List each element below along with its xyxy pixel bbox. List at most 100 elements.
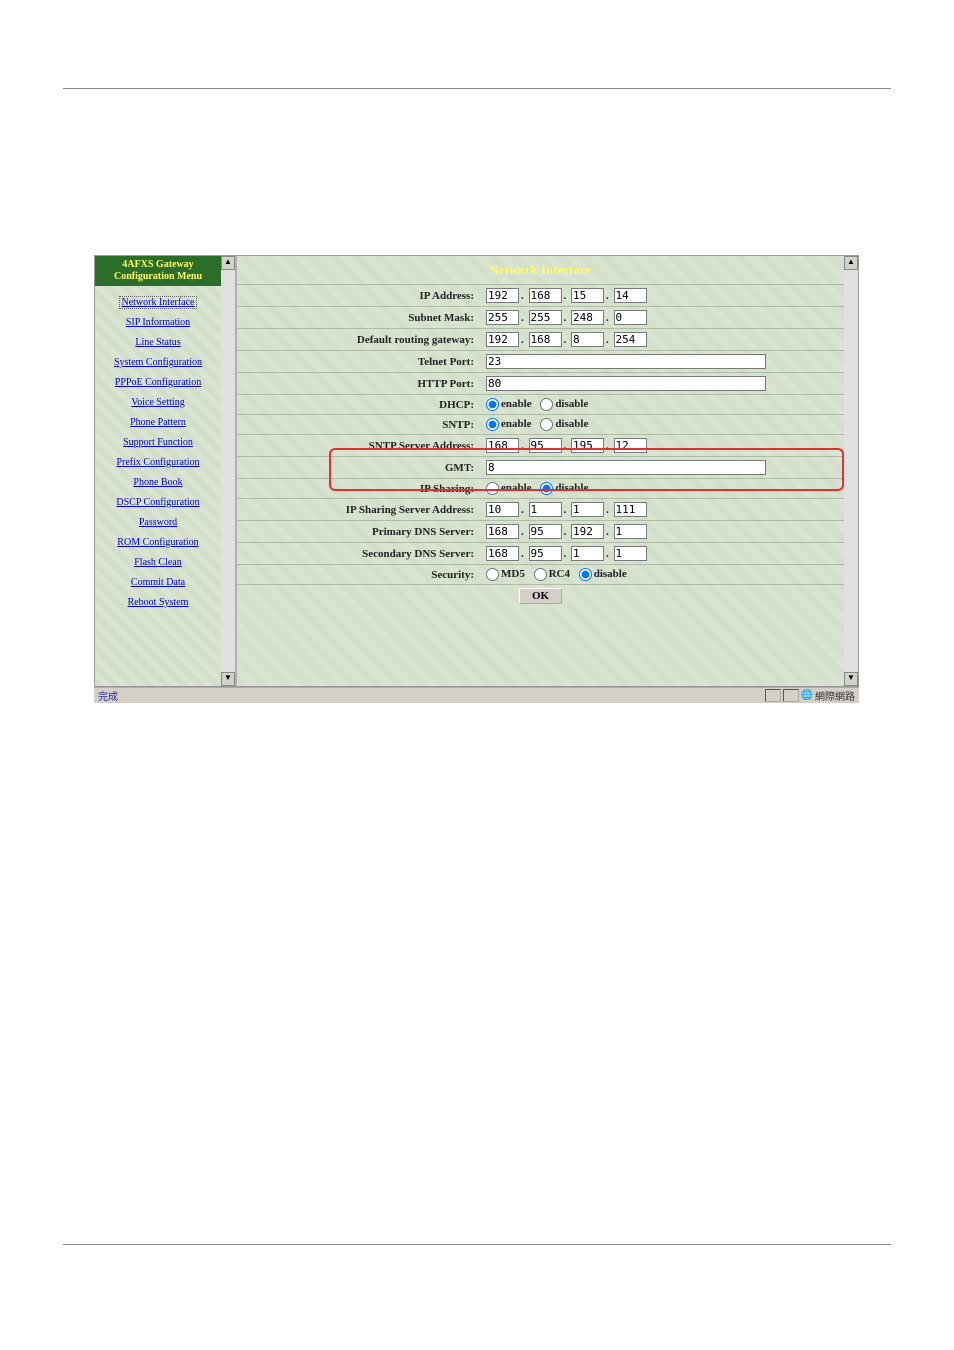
ip-sharing-enable-radio[interactable] [486,482,499,495]
sidebar-link[interactable]: Support Function [123,437,193,448]
status-cell [783,689,799,702]
sidebar-item-password[interactable]: Password [95,517,221,528]
gateway-octet-2[interactable] [529,332,562,347]
sidebar-link[interactable]: Commit Data [131,577,185,588]
ip-sharing-enable-text: enable [501,482,532,494]
status-bar: 完成 🌐 網際網路 [94,687,859,703]
dhcp-disable-text: disable [555,398,588,410]
ip-sharing-server-label: IP Sharing Server Address: [237,499,482,521]
sidebar-item-sip-information[interactable]: SIP Information [95,317,221,328]
ok-button[interactable]: OK [519,588,562,604]
status-left: 完成 [98,688,118,703]
dhcp-enable-radio[interactable] [486,398,499,411]
ipshare-octet-1[interactable] [486,502,519,517]
ip-address-octet-3[interactable] [571,288,604,303]
sntp-disable-radio[interactable] [540,418,553,431]
gmt-input[interactable] [486,460,766,475]
sntp-octet-3[interactable] [571,438,604,453]
app-window: ▲ ▼ 4AFXS Gateway Configuration Menu Net… [94,255,859,687]
sidebar-link[interactable]: Phone Book [133,477,182,488]
sntp-octet-4[interactable] [614,438,647,453]
status-cell [765,689,781,702]
subnet-octet-1[interactable] [486,310,519,325]
sidebar-item-system-configuration[interactable]: System Configuration [95,357,221,368]
sidebar-link[interactable]: Voice Setting [131,397,184,408]
gateway-octet-4[interactable] [614,332,647,347]
sidebar-item-voice-setting[interactable]: Voice Setting [95,397,221,408]
security-rc4-radio[interactable] [534,568,547,581]
sidebar-item-commit-data[interactable]: Commit Data [95,577,221,588]
sidebar-item-rom-configuration[interactable]: ROM Configuration [95,537,221,548]
ipshare-octet-2[interactable] [529,502,562,517]
pdns-octet-4[interactable] [614,524,647,539]
sntp-enable-radio[interactable] [486,418,499,431]
pdns-octet-1[interactable] [486,524,519,539]
ip-address-octet-4[interactable] [614,288,647,303]
sntp-octet-1[interactable] [486,438,519,453]
ipshare-octet-4[interactable] [614,502,647,517]
security-md5-text: MD5 [501,568,525,580]
sidebar-link[interactable]: Network Interface [120,297,195,308]
gateway-octet-3[interactable] [571,332,604,347]
sidebar-item-phone-book[interactable]: Phone Book [95,477,221,488]
sdns-octet-2[interactable] [529,546,562,561]
primary-dns-label: Primary DNS Server: [237,521,482,543]
subnet-octet-4[interactable] [614,310,647,325]
sidebar-link[interactable]: Reboot System [128,597,189,608]
ip-address-octet-1[interactable] [486,288,519,303]
sidebar: ▲ ▼ 4AFXS Gateway Configuration Menu Net… [95,256,237,686]
sntp-disable-text: disable [555,418,588,430]
scroll-up-icon[interactable]: ▲ [844,256,858,270]
sdns-octet-3[interactable] [571,546,604,561]
dhcp-disable-radio[interactable] [540,398,553,411]
subnet-octet-2[interactable] [529,310,562,325]
sidebar-link[interactable]: DSCP Configuration [116,497,199,508]
pdns-octet-3[interactable] [571,524,604,539]
scroll-down-icon[interactable]: ▼ [221,672,235,686]
dhcp-enable-text: enable [501,398,532,410]
security-md5-radio[interactable] [486,568,499,581]
sidebar-item-pppoe-configuration[interactable]: PPPoE Configuration [95,377,221,388]
sidebar-item-reboot-system[interactable]: Reboot System [95,597,221,608]
ip-sharing-label: IP Sharing: [237,479,482,499]
ip-address-octet-2[interactable] [529,288,562,303]
security-disable-text: disable [594,568,627,580]
scroll-up-icon[interactable]: ▲ [221,256,235,270]
main-panel: ▲ ▼ Network Interface IP Address: . . . … [237,256,858,686]
ipshare-octet-3[interactable] [571,502,604,517]
sidebar-item-flash-clean[interactable]: Flash Clean [95,557,221,568]
http-port-input[interactable] [486,376,766,391]
sidebar-link[interactable]: Flash Clean [134,557,182,568]
sidebar-item-prefix-configuration[interactable]: Prefix Configuration [95,457,221,468]
subnet-octet-3[interactable] [571,310,604,325]
sidebar-scrollbar[interactable]: ▲ ▼ [221,256,235,686]
sdns-octet-1[interactable] [486,546,519,561]
sidebar-link[interactable]: Password [139,517,177,528]
http-port-label: HTTP Port: [237,373,482,395]
sidebar-link[interactable]: SIP Information [126,317,190,328]
main-scrollbar[interactable]: ▲ ▼ [844,256,858,686]
sidebar-item-line-status[interactable]: Line Status [95,337,221,348]
sidebar-header: 4AFXS Gateway Configuration Menu [95,256,221,286]
sntp-octet-2[interactable] [529,438,562,453]
sidebar-link[interactable]: Phone Pattern [130,417,186,428]
ip-sharing-disable-radio[interactable] [540,482,553,495]
sidebar-item-support-function[interactable]: Support Function [95,437,221,448]
telnet-port-input[interactable] [486,354,766,369]
sidebar-nav: Network Interface SIP Information Line Sta… [95,286,221,608]
sidebar-link[interactable]: ROM Configuration [117,537,198,548]
sidebar-link[interactable]: System Configuration [114,357,202,368]
sidebar-item-network-interface[interactable]: Network Interface [95,297,221,308]
sidebar-link[interactable]: PPPoE Configuration [115,377,201,388]
sidebar-item-dscp-configuration[interactable]: DSCP Configuration [95,497,221,508]
sdns-octet-4[interactable] [614,546,647,561]
scroll-down-icon[interactable]: ▼ [844,672,858,686]
security-disable-radio[interactable] [579,568,592,581]
pdns-octet-2[interactable] [529,524,562,539]
gateway-octet-1[interactable] [486,332,519,347]
sidebar-link[interactable]: Prefix Configuration [116,457,199,468]
sidebar-item-phone-pattern[interactable]: Phone Pattern [95,417,221,428]
sntp-label: SNTP: [237,415,482,435]
sidebar-link[interactable]: Line Status [135,337,180,348]
status-right: 網際網路 [815,688,855,703]
